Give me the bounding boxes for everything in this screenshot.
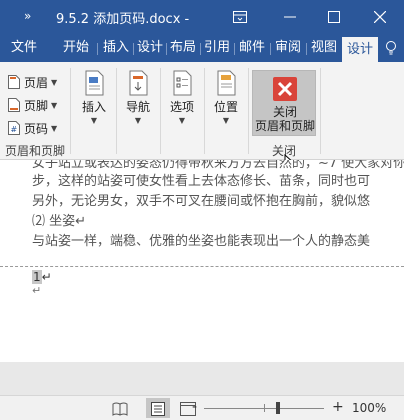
- body-text-line: 与站姿一样，端稳、优雅的坐姿也能表现出一个人的静态美: [32, 234, 371, 249]
- zoom-slider-thumb[interactable]: [276, 402, 280, 414]
- footer-page-number[interactable]: 1↵: [32, 270, 52, 284]
- tab-layout[interactable]: 布局: [168, 34, 198, 62]
- footer-button[interactable]: 页脚 ▼: [8, 95, 57, 115]
- tab-home[interactable]: 开始: [60, 34, 92, 62]
- maximize-icon[interactable]: [320, 4, 348, 30]
- zoom-in-button[interactable]: +: [332, 399, 344, 415]
- body-text-line: 步，这样的站姿可使女性看上去体态修长、苗条，同时也可: [32, 174, 371, 189]
- insert-button[interactable]: 插入 ▼: [76, 70, 112, 125]
- svg-text:#: #: [11, 125, 18, 134]
- group-label-header-footer: 页眉和页脚: [4, 144, 65, 158]
- navigate-icon: [129, 70, 148, 96]
- body-text-line: 另外，无论男女，双手不可叉在腰间或怀抱在胸前，貌似悠: [32, 194, 371, 209]
- header-icon: [8, 75, 20, 89]
- position-icon: [217, 70, 236, 96]
- header-button[interactable]: 页眉 ▼: [8, 72, 57, 92]
- sub-heading: ⑵ 坐姿↵: [32, 214, 87, 229]
- status-bar: - + 100%: [0, 395, 404, 420]
- ribbon-display-options-icon[interactable]: [226, 4, 254, 30]
- options-button[interactable]: 选项 ▼: [164, 70, 200, 125]
- paragraph-mark: ↵: [32, 284, 42, 297]
- quick-access-more-icon[interactable]: »: [24, 9, 32, 23]
- insert-icon: [85, 70, 104, 96]
- tab-view[interactable]: 视图: [308, 34, 340, 62]
- print-layout-icon[interactable]: [150, 401, 166, 420]
- navigate-button[interactable]: 导航 ▼: [120, 70, 156, 125]
- page-number-icon: #: [8, 121, 20, 135]
- minimize-icon[interactable]: [276, 4, 304, 30]
- document-page[interactable]: 女子站立或表达的姿态仍得带秋来方方去自然的，~7 使大家对你 步，这样的站姿可使…: [0, 160, 404, 362]
- read-mode-icon[interactable]: [112, 401, 128, 420]
- close-header-footer-button[interactable]: 关闭 页眉和页脚: [252, 70, 316, 136]
- tab-design[interactable]: 设计: [135, 34, 165, 62]
- ribbon-body: 页眉 ▼ 页脚 ▼ # 页码 ▼ 页眉和页脚 插入 ▼ 导航 ▼ 选项 ▼ 位置 ▼ 关闭 页眉…: [0, 62, 404, 173]
- document-area[interactable]: 女子站立或表达的姿态仍得带秋来方方去自然的，~7 使大家对你 步，这样的站姿可使…: [0, 160, 404, 395]
- ribbon-tabs: 文件 开始 插入 设计 布局 引用 邮件 审阅 视图 设计: [0, 34, 404, 62]
- position-button[interactable]: 位置 ▼: [208, 70, 244, 125]
- tab-mailings[interactable]: 邮件: [236, 34, 268, 62]
- tab-file[interactable]: 文件: [8, 34, 40, 62]
- close-red-x-icon: [273, 77, 297, 101]
- tab-header-footer-design[interactable]: 设计: [342, 37, 378, 62]
- close-window-icon[interactable]: [366, 4, 394, 30]
- tab-insert[interactable]: 插入: [100, 34, 132, 62]
- page-number-button[interactable]: # 页码 ▼: [8, 118, 57, 138]
- zoom-level[interactable]: 100%: [352, 401, 386, 415]
- footer-icon: [8, 98, 20, 112]
- title-bar: » 9.5.2 添加页码.docx -: [0, 0, 404, 34]
- window-title: 9.5.2 添加页码.docx -: [56, 12, 190, 27]
- tab-references[interactable]: 引用: [202, 34, 232, 62]
- footer-separator: [0, 266, 404, 267]
- zoom-out-button[interactable]: -: [192, 399, 197, 415]
- tab-review[interactable]: 审阅: [272, 34, 304, 62]
- zoom-center-tick: [264, 404, 265, 412]
- options-icon: [173, 70, 192, 96]
- tell-me-icon[interactable]: [384, 40, 398, 60]
